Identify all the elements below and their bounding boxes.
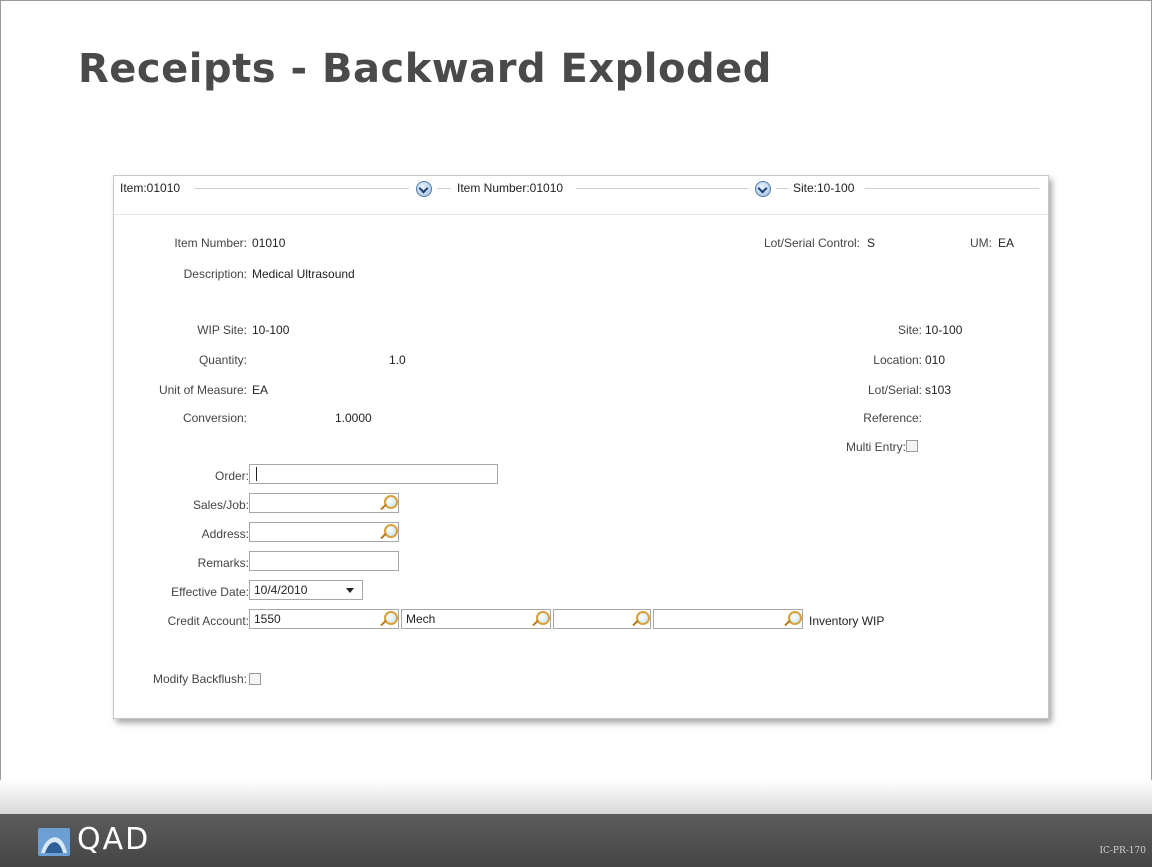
remarks-label: Remarks:	[197, 556, 249, 570]
cost-center-search-icon[interactable]	[636, 611, 650, 625]
site-label: Site:	[897, 323, 922, 337]
credit-account-search-icon[interactable]	[384, 611, 398, 625]
sales-job-search-icon[interactable]	[384, 495, 398, 509]
credit-account-input[interactable]: 1550	[249, 609, 399, 629]
reference-label: Reference:	[863, 411, 922, 425]
project-search-icon[interactable]	[788, 611, 802, 625]
um-label: UM:	[970, 236, 992, 250]
um-value: EA	[998, 236, 1015, 250]
item-number-label: Item Number:	[174, 236, 247, 250]
remarks-input[interactable]	[249, 551, 399, 571]
unit-of-measure-label: Unit of Measure:	[158, 383, 247, 397]
sales-job-label: Sales/Job:	[192, 498, 249, 512]
slide-code: IC-PR-170	[1099, 846, 1146, 856]
order-label: Order:	[214, 469, 249, 483]
lot-serial-control-label: Lot/Serial Control:	[763, 236, 860, 250]
unit-of-measure-value: EA	[252, 383, 269, 397]
effective-date-label: Effective Date:	[171, 585, 249, 599]
address-search-icon[interactable]	[384, 524, 398, 538]
item-number-collapse-icon[interactable]	[755, 181, 771, 197]
header-divider	[865, 188, 1039, 189]
header-divider	[194, 188, 409, 189]
order-input[interactable]	[249, 464, 498, 484]
project-input[interactable]	[653, 609, 803, 629]
sales-job-input[interactable]	[249, 493, 399, 513]
header-divider	[576, 188, 748, 189]
credit-account-label: Credit Account:	[167, 614, 249, 628]
receipts-panel: Item:01010 Item Number:01010 Site:10-100…	[113, 175, 1049, 719]
conversion-value: 1.0000	[335, 411, 372, 425]
site-value: 10-100	[925, 323, 963, 337]
address-label: Address:	[201, 527, 249, 541]
description-label: Description:	[183, 267, 247, 281]
header-item: Item:01010	[120, 181, 181, 195]
footer-fade	[0, 780, 1152, 814]
sub-account-input[interactable]: Mech	[401, 609, 551, 629]
slide-title: Receipts - Backward Exploded	[78, 46, 772, 92]
multi-entry-label: Multi Entry:	[845, 440, 906, 454]
conversion-label: Conversion:	[182, 411, 247, 425]
multi-entry-checkbox[interactable]	[906, 440, 918, 452]
header-divider	[437, 188, 451, 189]
lot-serial-label: Lot/Serial:	[867, 383, 922, 397]
location-value: 010	[925, 353, 946, 367]
qad-logo-text: QAD	[77, 822, 151, 857]
qad-logo-icon	[38, 828, 70, 856]
item-collapse-icon[interactable]	[416, 181, 432, 197]
quantity-label: Quantity:	[198, 353, 247, 367]
wip-site-label: WIP Site:	[197, 323, 247, 337]
modify-backflush-label: Modify Backflush:	[152, 672, 247, 686]
modify-backflush-checkbox[interactable]	[249, 673, 261, 685]
account-description: Inventory WIP	[809, 614, 885, 628]
chevron-down-icon[interactable]	[346, 588, 354, 593]
header-site: Site:10-100	[793, 181, 855, 195]
address-input[interactable]	[249, 522, 399, 542]
header-divider	[776, 188, 788, 189]
lot-serial-control-value: S	[867, 236, 876, 250]
header-item-number: Item Number:01010	[457, 181, 564, 195]
description-value: Medical Ultrasound	[252, 267, 355, 281]
quantity-value: 1.0	[389, 353, 406, 367]
text-cursor	[256, 467, 257, 481]
sub-account-search-icon[interactable]	[536, 611, 550, 625]
header-separator	[114, 214, 1048, 215]
location-label: Location:	[873, 353, 922, 367]
item-number-value: 01010	[252, 236, 286, 250]
footer-bar	[0, 814, 1152, 867]
wip-site-value: 10-100	[252, 323, 290, 337]
lot-serial-value: s103	[925, 383, 952, 397]
